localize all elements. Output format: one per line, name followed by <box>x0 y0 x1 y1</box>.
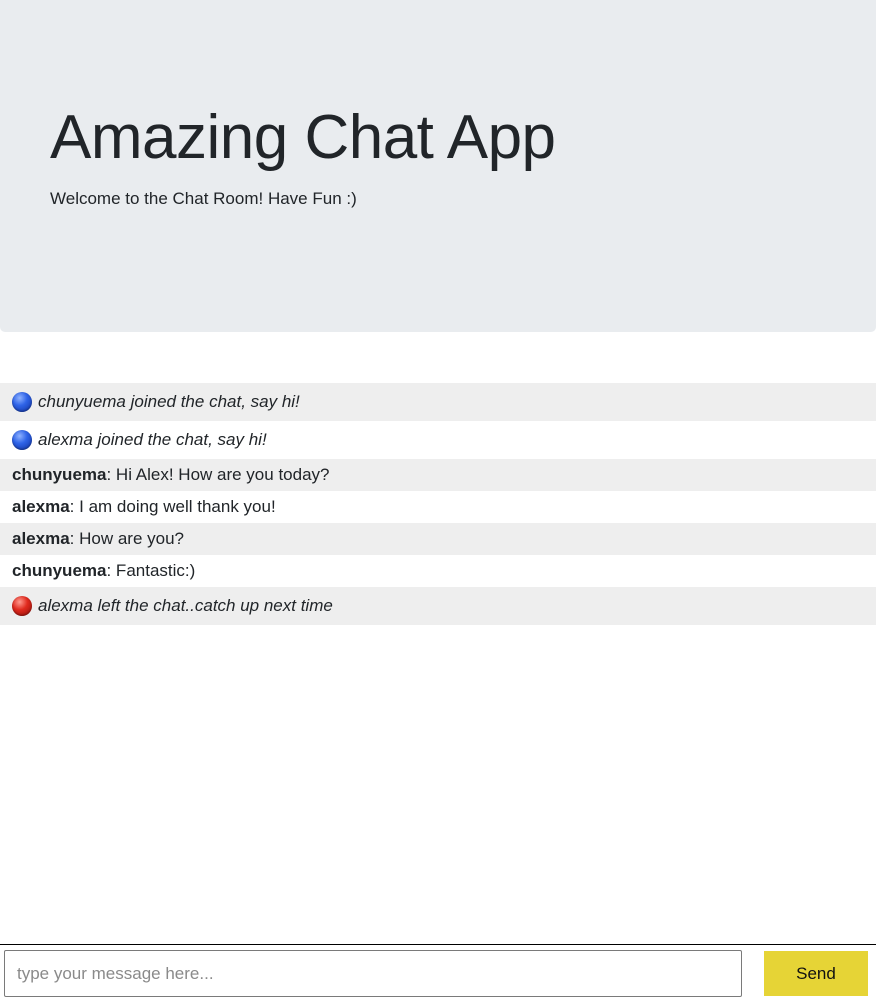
message-username: chunyuema <box>12 561 107 580</box>
list-item: chunyuema: Fantastic:) <box>0 555 876 587</box>
blue-circle-icon <box>12 430 32 450</box>
list-item: alexma joined the chat, say hi! <box>0 421 876 459</box>
message-input[interactable] <box>4 950 742 997</box>
event-text: alexma joined the chat, say hi! <box>38 430 267 449</box>
list-item: alexma left the chat..catch up next time <box>0 587 876 625</box>
message-text: : I am doing well thank you! <box>69 497 276 516</box>
red-circle-icon <box>12 596 32 616</box>
blue-circle-icon <box>12 392 32 412</box>
message-text: : Hi Alex! How are you today? <box>106 465 330 484</box>
list-item: alexma: I am doing well thank you! <box>0 491 876 523</box>
page-subtitle: Welcome to the Chat Room! Have Fun :) <box>50 189 357 208</box>
list-item: chunyuema: Hi Alex! How are you today? <box>0 459 876 491</box>
message-text: : How are you? <box>69 529 185 548</box>
message-username: chunyuema <box>12 465 107 484</box>
message-username: alexma <box>12 529 70 548</box>
event-text: chunyuema joined the chat, say hi! <box>38 392 300 411</box>
page-title: Amazing Chat App <box>50 103 556 172</box>
list-item: chunyuema joined the chat, say hi! <box>0 383 876 421</box>
header-jumbotron: Amazing Chat App Welcome to the Chat Roo… <box>0 0 876 332</box>
message-list: chunyuema joined the chat, say hi! alexm… <box>0 383 876 625</box>
list-item: alexma: How are you? <box>0 523 876 555</box>
message-username: alexma <box>12 497 70 516</box>
message-text: : Fantastic:) <box>106 561 196 580</box>
event-text: alexma left the chat..catch up next time <box>38 596 333 615</box>
send-button[interactable]: Send <box>764 951 868 996</box>
message-composer: Send <box>0 944 876 1000</box>
